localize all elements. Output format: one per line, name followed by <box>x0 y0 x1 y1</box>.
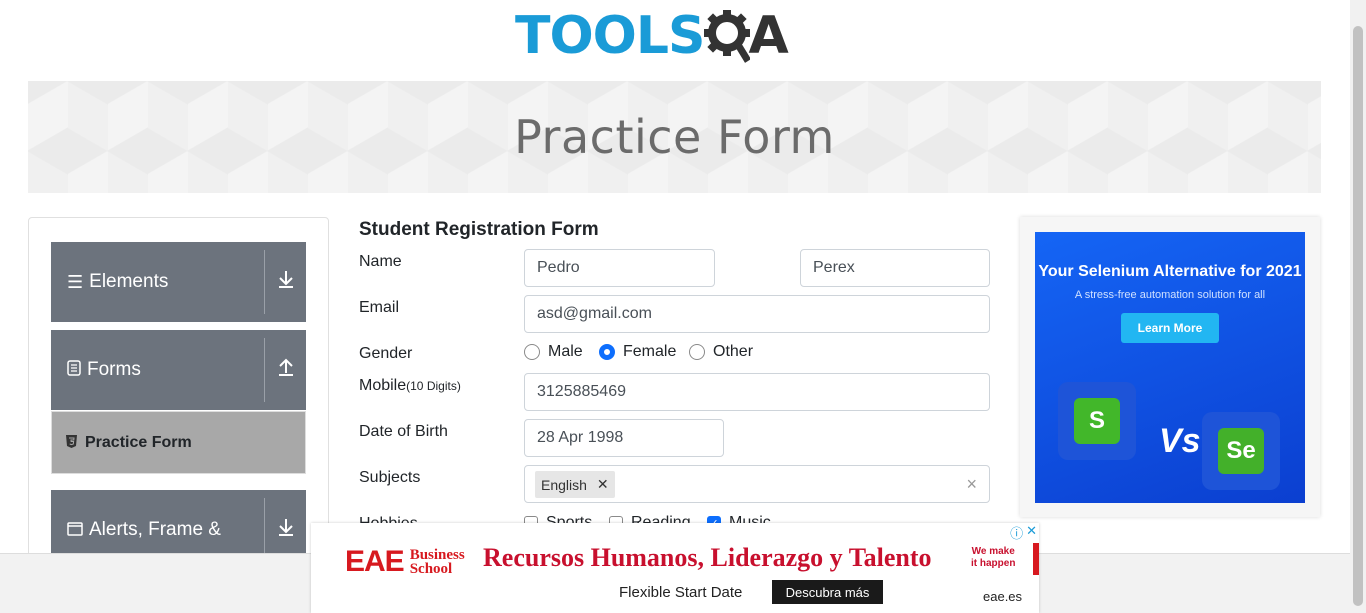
scrollbar-thumb[interactable] <box>1353 26 1363 606</box>
close-icon[interactable]: ✕ <box>1026 523 1037 542</box>
radio-circle-selected[interactable] <box>599 344 615 360</box>
katalon-logo-tile: S <box>1058 382 1136 460</box>
sidebar-group-label: Forms <box>87 359 141 380</box>
radio-label: Male <box>548 343 583 360</box>
page: TOOLS A Practice Form ☰ Elements Forms P… <box>0 0 1366 613</box>
eae-logo: EAE Business School <box>345 545 465 579</box>
katalon-logo-icon: S <box>1074 398 1120 444</box>
first-name-input[interactable]: Pedro <box>524 249 715 287</box>
dob-label: Date of Birth <box>359 423 448 440</box>
download-icon[interactable] <box>265 269 306 295</box>
ad-domain: eae.es <box>983 589 1023 604</box>
ad-subtext: Flexible Start Date <box>619 584 743 601</box>
sidebar-group-label: Alerts, Frame & <box>89 519 221 540</box>
page-banner: Practice Form <box>28 81 1321 193</box>
sidebar-item-practice-form[interactable]: Practice Form <box>51 411 306 474</box>
ad-headline: Recursos Humanos, Liderazgo y Talento <box>483 543 932 572</box>
page-title: Practice Form <box>514 110 835 164</box>
form-title: Student Registration Form <box>359 219 599 240</box>
eae-brand-sub: Business School <box>409 548 465 577</box>
html5-icon <box>66 434 77 451</box>
remove-chip-icon[interactable]: ✕ <box>597 476 609 493</box>
gender-radio-male[interactable]: Male <box>524 343 583 361</box>
selenium-logo-icon: Se <box>1218 428 1264 474</box>
clear-icon[interactable]: × <box>966 474 977 495</box>
subject-chip: English ✕ <box>535 471 615 498</box>
radio-circle[interactable] <box>689 344 705 360</box>
gender-radio-female[interactable]: Female <box>599 343 676 361</box>
mobile-hint: (10 Digits) <box>406 379 461 393</box>
subjects-label: Subjects <box>359 469 421 486</box>
info-icon[interactable]: ⓘ <box>1010 523 1023 542</box>
logo-text-tools: TOOLS <box>515 6 705 66</box>
email-input[interactable]: asd@gmail.com <box>524 295 990 333</box>
upload-icon[interactable] <box>265 357 306 383</box>
ad-tagline-line2: it happen <box>971 558 1016 569</box>
mobile-input[interactable]: 3125885469 <box>524 373 990 411</box>
ad-choices[interactable]: ⓘ ✕ <box>1010 523 1037 542</box>
subjects-input[interactable]: English ✕ × <box>524 465 990 503</box>
ad-headline: Your Selenium Alternative for 2021 <box>1038 263 1302 280</box>
eae-brand-sub-line2: School <box>409 561 453 577</box>
name-label: Name <box>359 253 402 270</box>
toolsqa-logo[interactable]: TOOLS A <box>515 2 789 70</box>
radio-label: Other <box>713 343 754 360</box>
gender-label: Gender <box>359 345 413 362</box>
gear-icon <box>704 10 751 63</box>
ad-tagline: We make it happen <box>971 546 1015 570</box>
subject-chip-label: English <box>541 476 587 493</box>
download-icon[interactable] <box>265 517 306 543</box>
logo-text-qa: A <box>748 6 788 66</box>
ad-tagline-line1: We make <box>971 546 1015 557</box>
ad-accent-bar <box>1033 543 1039 575</box>
vs-text: Vs <box>1159 422 1201 460</box>
document-icon <box>67 359 81 381</box>
mobile-label: Mobile(10 Digits) <box>359 377 461 395</box>
mobile-label-text: Mobile <box>359 377 407 394</box>
last-name-input[interactable]: Perex <box>800 249 990 287</box>
learn-more-button[interactable]: Learn More <box>1121 313 1219 343</box>
radio-label: Female <box>623 343 677 360</box>
ad-subline: A stress-free automation solution for al… <box>1074 289 1266 301</box>
radio-circle[interactable] <box>524 344 540 360</box>
ad-banner-right[interactable]: Your Selenium Alternative for 2021 A str… <box>1020 217 1320 517</box>
sidebar-group-elements[interactable]: ☰ Elements <box>51 242 306 322</box>
descubra-button[interactable]: Descubra más <box>772 580 883 604</box>
dob-input[interactable]: 28 Apr 1998 <box>524 419 724 457</box>
selenium-logo-tile: Se <box>1202 412 1280 490</box>
ad-content[interactable]: Your Selenium Alternative for 2021 A str… <box>1035 232 1305 503</box>
email-label: Email <box>359 299 400 316</box>
hamburger-icon: ☰ <box>67 271 84 292</box>
window-icon <box>67 520 83 541</box>
sidebar-group-forms[interactable]: Forms <box>51 330 306 410</box>
page-scrollbar[interactable] <box>1350 0 1366 613</box>
eae-brand: EAE <box>345 545 405 578</box>
sidebar-item-label: Practice Form <box>85 433 192 451</box>
ad-banner-bottom[interactable]: EAE Business School Recursos Humanos, Li… <box>311 523 1039 613</box>
gender-radio-other[interactable]: Other <box>689 343 753 361</box>
sidebar-group-label: Elements <box>89 271 169 292</box>
